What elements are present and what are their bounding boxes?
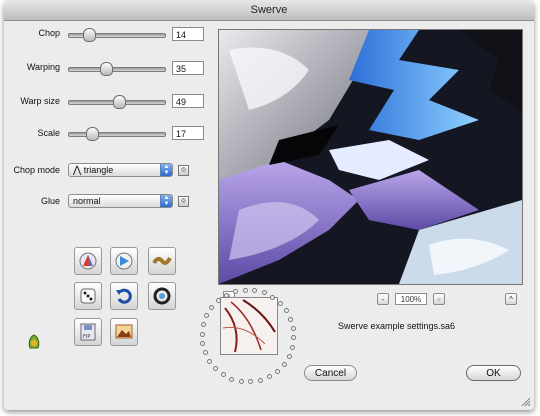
preset-dot[interactable] [238,379,244,384]
random-button[interactable] [74,282,102,310]
preset-dot[interactable] [261,290,267,296]
preset-dot[interactable] [229,376,235,382]
preset-dot[interactable] [224,292,230,298]
scale-slider[interactable] [68,127,166,141]
preset-dot[interactable] [288,316,294,322]
wave-button[interactable] [148,247,176,275]
warp-size-field[interactable]: 49 [172,94,204,108]
popup-arrows-icon: ▲ ▼ [160,195,172,207]
preview-canvas[interactable] [218,29,523,285]
scale-slider-thumb[interactable] [86,127,99,141]
preset-dot[interactable] [209,304,215,310]
swerve-window: Swerve Chop 14 Warping 35 Warp size 49 S… [4,0,534,410]
preset-dot[interactable] [290,344,296,350]
preset-dot[interactable] [233,289,239,295]
scale-field[interactable]: 17 [172,126,204,140]
preset-dot[interactable] [204,313,210,319]
zoom-level-field[interactable]: 100% [395,293,427,305]
preset-dot[interactable] [270,294,276,300]
undo-button[interactable] [110,282,138,310]
zoom-out-button[interactable]: - [377,293,389,305]
dice-icon [80,288,96,304]
preset-dot[interactable] [220,372,226,378]
warp-size-slider[interactable] [68,95,166,109]
colorize-button[interactable] [74,247,102,275]
preset-dot[interactable] [248,379,254,385]
warping-slider-thumb[interactable] [100,62,113,76]
floppy-icon: FIP [80,323,96,341]
preset-thumbnail[interactable] [220,297,278,355]
scale-label: Scale [37,128,60,138]
settings-file-name: Swerve example settings.sa6 [338,321,456,331]
colorize-icon [79,252,97,270]
chop-mode-value: triangle [83,165,114,175]
chop-slider[interactable] [68,28,166,42]
chop-label: Chop [38,28,60,38]
preset-dot[interactable] [286,353,292,359]
render-button[interactable] [110,247,138,275]
glue-option-button[interactable]: ◎ [178,196,189,207]
preview-image [219,30,522,284]
preset-dot[interactable] [207,358,213,364]
window-title: Swerve [4,0,534,21]
preset-dot[interactable] [274,368,280,374]
warping-label: Warping [26,62,60,72]
preset-dot[interactable] [199,331,205,337]
preset-dot[interactable] [283,308,289,314]
preset-dot[interactable] [257,377,263,383]
glue-value: normal [73,196,101,206]
expand-button[interactable]: ^ [505,293,517,305]
glue-popup[interactable]: normal ▲ ▼ [68,194,173,208]
svg-text:FIP: FIP [83,334,90,340]
warping-slider[interactable] [68,62,166,76]
preset-dot[interactable] [200,341,206,347]
popup-arrows-icon: ▲ ▼ [160,164,172,176]
preset-dot[interactable] [242,287,248,293]
preset-dot[interactable] [252,287,258,293]
chop-field[interactable]: 14 [172,27,204,41]
export-image-button[interactable] [110,318,138,346]
chop-mode-label: Chop mode [13,165,60,175]
warp-size-slider-thumb[interactable] [113,95,126,109]
warp-size-label: Warp size [20,96,60,106]
undo-icon [116,288,132,304]
preset-thumbnail-image [221,298,277,354]
chop-mode-option-button[interactable]: ◎ [178,165,189,176]
warping-field[interactable]: 35 [172,61,204,75]
preset-dot[interactable] [290,325,296,331]
picture-icon [115,324,133,339]
save-preset-button[interactable]: FIP [74,318,102,346]
ring-button[interactable] [148,282,176,310]
preset-dot[interactable] [281,362,287,368]
ring-icon [153,287,171,305]
cancel-button[interactable]: Cancel [304,365,357,381]
preset-dot[interactable] [291,335,297,341]
preset-dot[interactable] [213,366,219,372]
preset-dot[interactable] [202,350,208,356]
resize-grip-icon[interactable] [521,397,531,407]
triangle-icon: ⋀ [73,165,82,176]
app-logo-icon [28,334,40,349]
preset-dot[interactable] [200,322,206,328]
preset-dot[interactable] [277,300,283,306]
render-icon [115,252,133,270]
chop-slider-thumb[interactable] [83,28,96,42]
zoom-in-button[interactable]: + [433,293,445,305]
preset-dot[interactable] [266,374,272,380]
glue-label: Glue [40,196,60,206]
wave-icon [152,256,172,265]
ok-button[interactable]: OK [466,365,521,381]
chop-mode-popup[interactable]: ⋀ triangle ▲ ▼ [68,163,173,177]
